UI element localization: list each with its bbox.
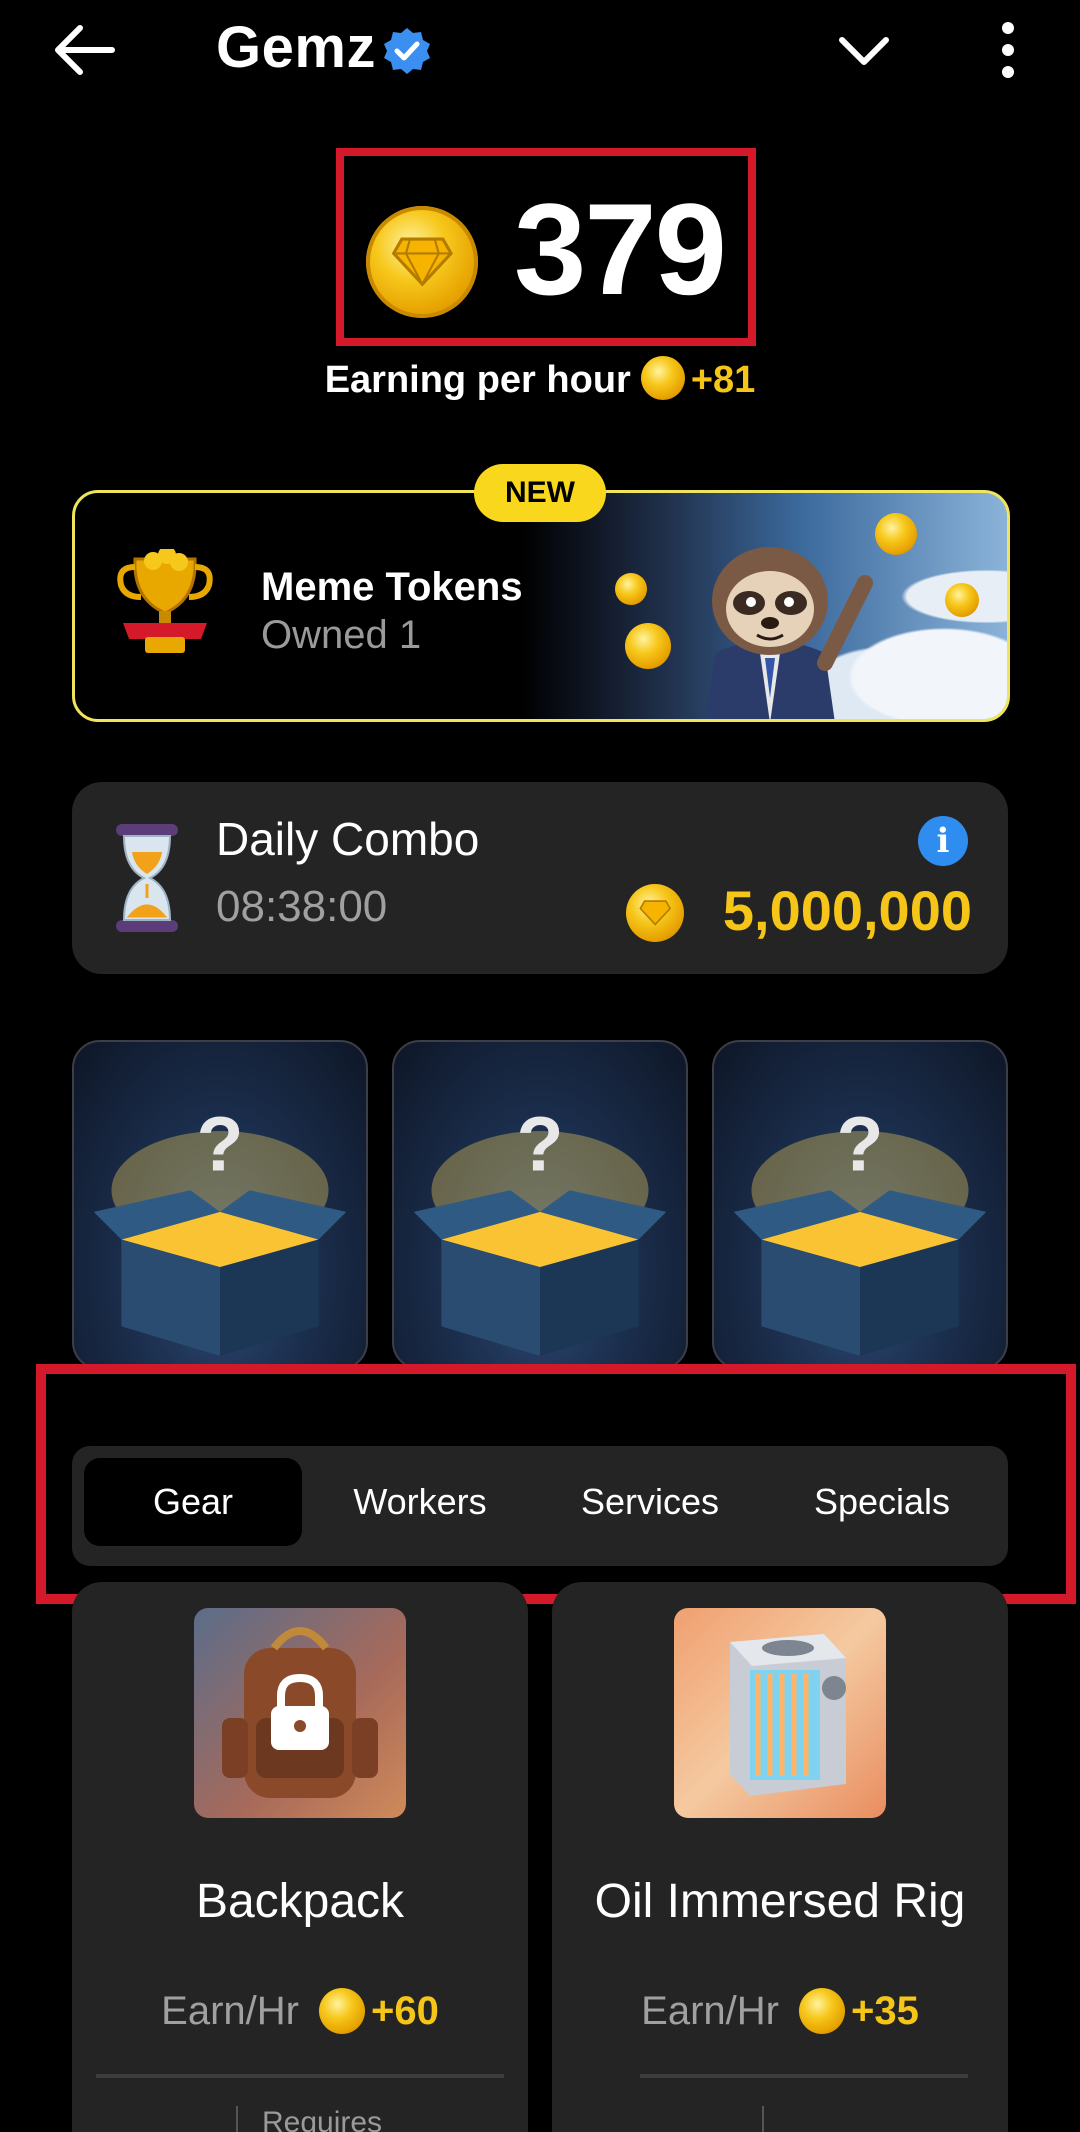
trophy-icon: [117, 549, 213, 653]
gem-coin-icon: [798, 1988, 845, 2034]
more-vertical-icon[interactable]: [990, 20, 1026, 80]
gem-coin-icon: [945, 583, 979, 617]
earning-per-hour: Earning per hour +81: [0, 356, 1080, 402]
banner-title: Meme Tokens: [261, 565, 523, 609]
verified-badge-icon: [384, 28, 430, 74]
meme-tokens-banner[interactable]: Meme Tokens Owned 1: [72, 490, 1010, 722]
item-earn: Earn/Hr +60: [72, 1988, 528, 2034]
info-icon[interactable]: i: [918, 816, 968, 866]
combo-timer: 08:38:00: [216, 882, 388, 931]
daily-combo-card[interactable]: Daily Combo 08:38:00 i 5,000,000: [72, 782, 1008, 974]
chevron-down-icon[interactable]: [836, 28, 892, 72]
item-name: Backpack: [195, 1875, 405, 1928]
app-title: Gemz: [216, 15, 376, 80]
earn-label: Earn/Hr: [161, 1989, 299, 2033]
divider: [640, 2074, 968, 2078]
mystery-card[interactable]: ?: [712, 1040, 1008, 1370]
earn-value: +60: [370, 1989, 439, 2033]
mystery-card[interactable]: ?: [72, 1040, 368, 1370]
top-bar: Gemz: [0, 0, 1080, 110]
mystery-box-icon: ?: [93, 1101, 347, 1356]
gem-coin-icon: [875, 513, 917, 555]
banner-subtitle: Owned 1: [261, 613, 422, 657]
earn-value: +35: [850, 1989, 919, 2033]
question-mark: ?: [517, 1101, 564, 1187]
tabs-highlight: [36, 1364, 1076, 1604]
earning-value: +81: [690, 359, 756, 401]
footer-separator: [236, 2106, 238, 2132]
gem-coin-icon: [640, 356, 685, 400]
item-name: Oil Immersed Rig: [594, 1875, 966, 1928]
gem-coin-icon: [366, 206, 478, 318]
mystery-card[interactable]: ?: [392, 1040, 688, 1370]
new-badge: NEW: [474, 464, 606, 522]
item-card-backpack[interactable]: Backpack Earn/Hr +60 Requires: [72, 1582, 528, 2132]
balance-highlight: 379: [336, 148, 756, 346]
requires-label: Requires: [262, 2106, 383, 2132]
oil-rig-image: [674, 1608, 886, 1818]
gem-coin-icon: [318, 1988, 365, 2034]
earn-label: Earn/Hr: [641, 1989, 779, 2033]
item-card-oil-immersed-rig[interactable]: Oil Immersed Rig Earn/Hr +35: [552, 1582, 1008, 2132]
combo-title: Daily Combo: [216, 813, 480, 865]
hourglass-icon: [116, 824, 178, 932]
divider: [96, 2074, 504, 2078]
gem-coin-icon: [615, 573, 647, 605]
question-mark: ?: [837, 1101, 884, 1187]
back-arrow-icon[interactable]: [52, 22, 116, 78]
combo-reward: 5,000,000: [722, 879, 972, 942]
footer-separator: [762, 2106, 764, 2132]
mystery-box-icon: ?: [413, 1101, 667, 1356]
item-earn: Earn/Hr +35: [552, 1988, 1008, 2034]
sloth-mascot-icon: [705, 547, 873, 719]
question-mark: ?: [197, 1101, 244, 1187]
earning-label: Earning per hour: [324, 359, 631, 401]
lock-icon: [271, 1673, 329, 1750]
mystery-box-icon: ?: [733, 1101, 987, 1356]
gem-coin-icon: [626, 884, 684, 942]
balance-value: 379: [514, 176, 727, 322]
